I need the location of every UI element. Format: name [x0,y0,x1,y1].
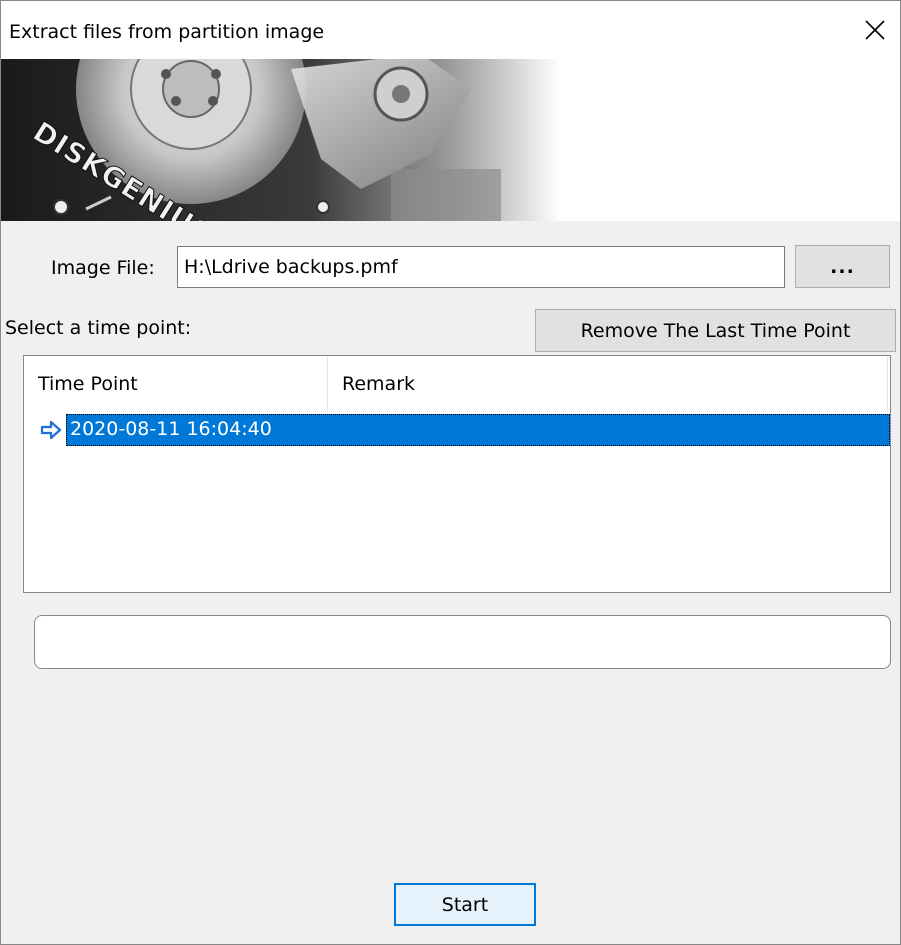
close-button[interactable] [852,7,898,53]
arrow-right-icon [40,420,62,440]
list-item[interactable]: 2020-08-11 16:04:40 [34,414,890,446]
banner: DISKGENIUS [1,59,900,221]
remove-last-time-point-button[interactable]: Remove The Last Time Point [535,309,896,352]
title-bar: Extract files from partition image [1,1,900,59]
diskgenius-logo: DISKGENIUS [1,59,561,221]
selected-row-highlight: 2020-08-11 16:04:40 [66,414,890,446]
start-button[interactable]: Start [394,883,536,926]
image-file-value: H:\Ldrive backups.pmf [184,256,398,278]
image-file-label: Image File: [51,257,155,279]
list-header: Time Point Remark [24,356,890,412]
select-time-point-label: Select a time point: [5,317,192,339]
progress-bar [34,615,891,669]
column-header-time-point[interactable]: Time Point [24,356,328,412]
window-title: Extract files from partition image [9,21,325,43]
column-header-remark[interactable]: Remark [328,356,888,412]
image-file-input[interactable]: H:\Ldrive backups.pmf [177,246,785,288]
close-icon [865,20,885,40]
time-point-list[interactable]: Time Point Remark 2020-08-11 16:04:40 [23,355,891,593]
extract-files-dialog: Extract files from partition image DISKG… [0,0,901,945]
browse-button[interactable]: ... [795,245,890,288]
time-point-value: 2020-08-11 16:04:40 [70,418,272,440]
